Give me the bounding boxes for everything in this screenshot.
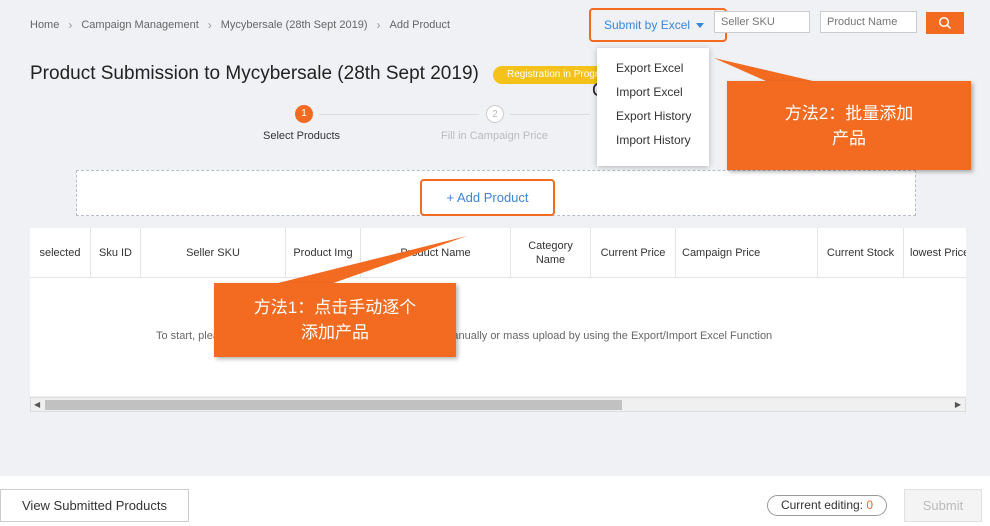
- menu-item-import-history[interactable]: Import History: [597, 133, 709, 157]
- annotation-1-pointer: [262, 236, 467, 287]
- annotation-method-1: 方法1：点击手动逐个 添加产品: [214, 283, 456, 357]
- menu-item-export-history[interactable]: Export History: [597, 109, 709, 133]
- annotation-pointers: [262, 58, 830, 287]
- excel-dropdown-menu: Export Excel Import Excel Export History…: [597, 48, 709, 166]
- menu-item-import-excel[interactable]: Import Excel: [597, 85, 709, 109]
- annotation-method-2: 方法2：批量添加 产品: [727, 81, 971, 170]
- menu-item-export-excel[interactable]: Export Excel: [597, 61, 709, 85]
